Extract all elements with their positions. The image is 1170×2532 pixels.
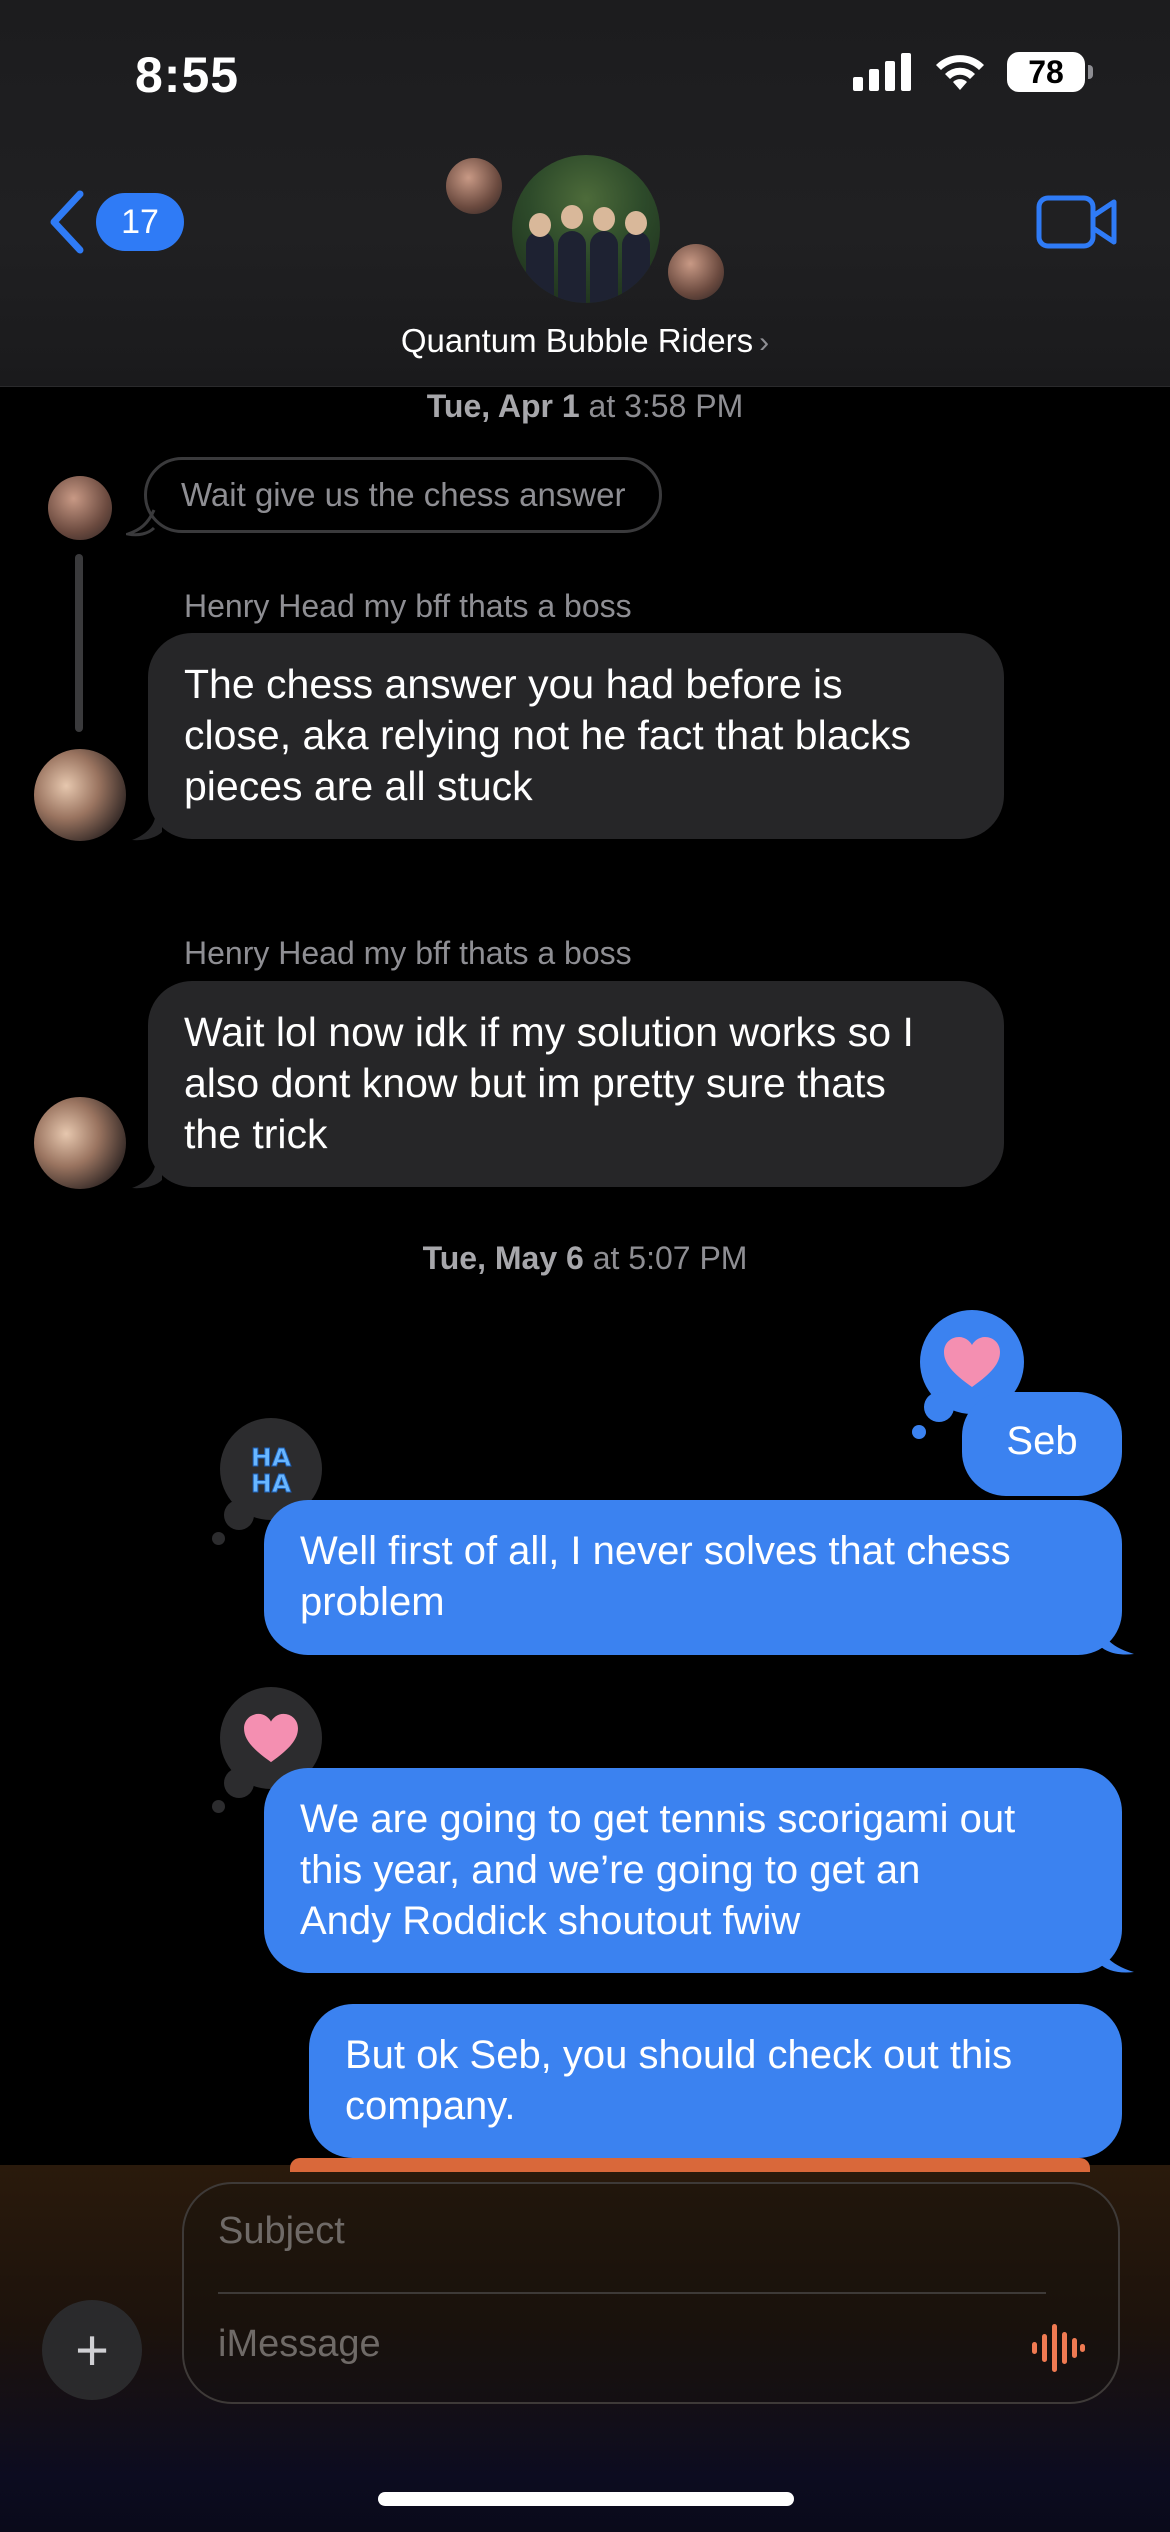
incoming-message-bubble[interactable]: The chess answer you had before is close… bbox=[148, 633, 1004, 839]
reply-context-avatar bbox=[48, 476, 112, 540]
message-line: pieces are all stuck bbox=[184, 763, 533, 809]
home-indicator[interactable] bbox=[378, 2492, 794, 2506]
tapback-dot bbox=[224, 1500, 254, 1530]
reply-context-tail bbox=[126, 509, 156, 537]
haha-icon: HA HA bbox=[250, 1443, 292, 1499]
unread-count-badge: 17 bbox=[96, 193, 184, 251]
tapback-dot bbox=[212, 1532, 225, 1545]
chevron-left-icon bbox=[50, 190, 84, 254]
tapback-dot bbox=[912, 1425, 926, 1439]
status-icons: 78 bbox=[853, 52, 1093, 92]
chevron-right-icon: › bbox=[759, 326, 770, 359]
battery-icon: 78 bbox=[1007, 52, 1093, 92]
timestamp-day: Tue, Apr 1 bbox=[426, 388, 580, 424]
svg-text:HA: HA bbox=[251, 1469, 292, 1498]
member-avatar-small[interactable] bbox=[668, 244, 724, 300]
bubble-tail bbox=[1100, 1938, 1134, 1973]
message-line: problem bbox=[300, 1580, 445, 1624]
battery-level: 78 bbox=[1028, 53, 1064, 90]
heart-icon bbox=[944, 1337, 1000, 1387]
reply-context-bubble[interactable]: Wait give us the chess answer bbox=[144, 457, 663, 533]
thread-line bbox=[75, 554, 83, 732]
tapback-dot bbox=[224, 1768, 254, 1798]
outgoing-message-bubble[interactable]: Well first of all, I never solves that c… bbox=[264, 1500, 1122, 1655]
group-name-label: Quantum Bubble Riders bbox=[400, 322, 754, 359]
outgoing-message-bubble[interactable]: But ok Seb, you should check out this co… bbox=[309, 2004, 1122, 2158]
message-line: also dont know but im pretty sure thats bbox=[184, 1060, 886, 1106]
message-line: But ok Seb, you should check out this bbox=[345, 2033, 1013, 2077]
member-avatar-small[interactable] bbox=[446, 158, 502, 214]
tapback-dot bbox=[212, 1800, 225, 1813]
sender-avatar[interactable] bbox=[34, 749, 126, 841]
message-line: Well first of all, I never solves that c… bbox=[300, 1529, 1011, 1573]
message-line: this year, and we’re going to get an bbox=[300, 1848, 921, 1892]
message-line: Andy Roddick shoutout fwiw bbox=[300, 1899, 801, 1943]
group-name[interactable]: Quantum Bubble Riders › bbox=[0, 322, 1170, 360]
reply-context-text: Wait give us the chess answer bbox=[181, 476, 626, 513]
timestamp-time: at 3:58 PM bbox=[579, 388, 744, 424]
bubble-tail bbox=[132, 810, 162, 841]
back-button[interactable]: 17 bbox=[48, 190, 184, 254]
message-line: The chess answer you had before is bbox=[184, 661, 843, 707]
bubble-tail bbox=[132, 1158, 162, 1189]
status-time: 8:55 bbox=[135, 47, 240, 103]
subject-input[interactable]: Subject bbox=[218, 2210, 345, 2253]
add-attachment-button[interactable]: + bbox=[42, 2300, 142, 2400]
bubble-tail bbox=[1100, 1620, 1134, 1655]
timestamp: Tue, May 6 at 5:07 PM bbox=[0, 1240, 1170, 1277]
message-line: Seb bbox=[1006, 1419, 1078, 1463]
incoming-message-bubble[interactable]: Wait lol now idk if my solution works so… bbox=[148, 981, 1004, 1187]
message-line: Wait lol now idk if my solution works so… bbox=[184, 1009, 914, 1055]
timestamp-day: Tue, May 6 bbox=[422, 1240, 584, 1276]
sender-name: Henry Head my bff thats a boss bbox=[184, 588, 632, 624]
plus-icon: + bbox=[75, 2317, 109, 2383]
message-input[interactable]: iMessage bbox=[218, 2323, 381, 2366]
message-line: We are going to get tennis scorigami out bbox=[300, 1797, 1016, 1841]
heart-icon bbox=[244, 1713, 298, 1763]
timestamp-time: at 5:07 PM bbox=[583, 1240, 748, 1276]
message-line: the trick bbox=[184, 1111, 328, 1157]
timestamp: Tue, Apr 1 at 3:58 PM bbox=[0, 388, 1170, 425]
audio-waveform-icon[interactable] bbox=[1030, 2322, 1086, 2374]
video-call-icon[interactable] bbox=[1036, 194, 1118, 250]
outgoing-message-bubble[interactable]: Seb bbox=[962, 1392, 1122, 1496]
sender-avatar[interactable] bbox=[34, 1097, 126, 1189]
message-line: company. bbox=[345, 2084, 516, 2128]
message-preview-peek bbox=[290, 2158, 1090, 2172]
composer-divider bbox=[218, 2292, 1046, 2294]
tapback-dot bbox=[924, 1392, 954, 1422]
wifi-icon bbox=[936, 55, 984, 90]
sender-name: Henry Head my bff thats a boss bbox=[184, 935, 632, 971]
group-avatar[interactable] bbox=[512, 155, 660, 303]
svg-text:HA: HA bbox=[251, 1443, 292, 1472]
cellular-signal-icon bbox=[853, 53, 911, 91]
outgoing-message-bubble[interactable]: We are going to get tennis scorigami out… bbox=[264, 1768, 1122, 1973]
message-line: close, aka relying not he fact that blac… bbox=[184, 712, 912, 758]
